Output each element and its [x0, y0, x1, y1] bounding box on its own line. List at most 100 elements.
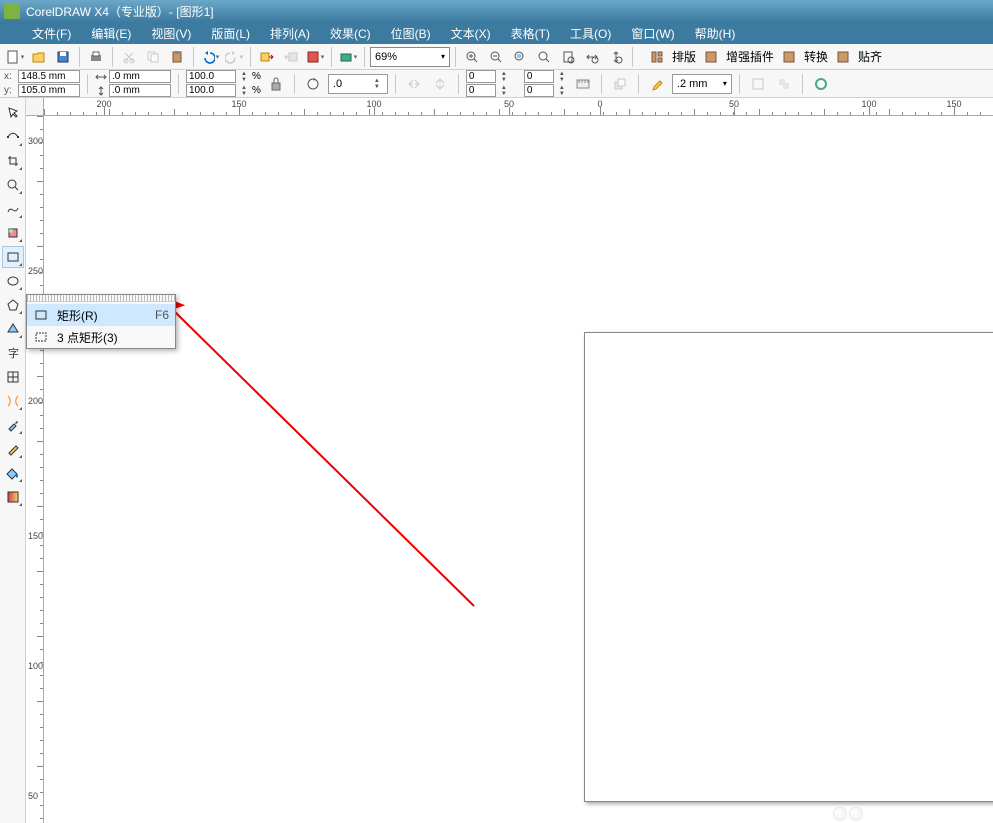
canvas-viewport[interactable]: [44, 116, 993, 823]
toolbox: 字: [0, 98, 26, 823]
canvas-area: 20015010050050100150 30025020015010050: [26, 98, 993, 823]
zoom-selection-button[interactable]: [509, 46, 531, 68]
convert-button[interactable]: [778, 46, 800, 68]
zoom-level-dropdown[interactable]: 69% ▾: [370, 47, 450, 67]
mirror-v-button[interactable]: [429, 73, 451, 95]
zoom-width-button[interactable]: [581, 46, 603, 68]
menu-file[interactable]: 文件(F): [22, 22, 81, 45]
zoom-tool[interactable]: [2, 174, 24, 196]
ruler-horizontal[interactable]: 20015010050050100150: [44, 98, 993, 116]
ruler-vertical[interactable]: 30025020015010050: [26, 116, 44, 823]
width-input[interactable]: [109, 70, 171, 83]
menu-help[interactable]: 帮助(H): [685, 22, 746, 45]
welcome-button[interactable]: ▾: [337, 46, 359, 68]
annotation-arrow: [44, 116, 544, 676]
zoom-all-button[interactable]: [533, 46, 555, 68]
menu-bitmaps[interactable]: 位图(B): [381, 22, 441, 45]
copy-button[interactable]: [142, 46, 164, 68]
nudge-y-input[interactable]: [466, 84, 496, 97]
flyout-grip[interactable]: [27, 295, 175, 302]
workspace: 字 20015010050050100150 30025020015010050: [0, 98, 993, 823]
print-button[interactable]: [85, 46, 107, 68]
zoom-page-button[interactable]: [557, 46, 579, 68]
zoom-out-button[interactable]: [485, 46, 507, 68]
interactive-tool[interactable]: [2, 390, 24, 412]
lock-ratio-button[interactable]: [265, 73, 287, 95]
height-input[interactable]: [109, 84, 171, 97]
paste-button[interactable]: [166, 46, 188, 68]
cut-button[interactable]: [118, 46, 140, 68]
position-group: x: y:: [4, 70, 80, 97]
smart-fill-tool[interactable]: [2, 222, 24, 244]
zoom-value: 69%: [375, 51, 397, 63]
interactive-fill-tool[interactable]: [2, 486, 24, 508]
plugin-label: 增强插件: [724, 48, 776, 65]
units-button[interactable]: [572, 73, 594, 95]
mirror-h-button[interactable]: [403, 73, 425, 95]
new-button[interactable]: ▾: [4, 46, 26, 68]
undo-button[interactable]: ▾: [199, 46, 221, 68]
menu-bar: 文件(F) 编辑(E) 视图(V) 版面(L) 排列(A) 效果(C) 位图(B…: [0, 22, 993, 44]
pick-tool[interactable]: [2, 102, 24, 124]
flyout-item-3point-rectangle[interactable]: 3 点矩形(3): [27, 326, 175, 348]
menu-text[interactable]: 文本(X): [441, 22, 501, 45]
zoom-in-button[interactable]: [461, 46, 483, 68]
dup-x-input[interactable]: [524, 70, 554, 83]
to-front-button[interactable]: [609, 73, 631, 95]
chevron-down-icon: ▾: [441, 52, 445, 61]
zoom-height-button[interactable]: [605, 46, 627, 68]
three-point-rectangle-icon: [33, 329, 49, 345]
x-label: x:: [4, 71, 16, 82]
outline-tool[interactable]: [2, 438, 24, 460]
outline-width-dropdown[interactable]: .2 mm▾: [672, 74, 732, 94]
nudge-x-input[interactable]: [466, 70, 496, 83]
toolbar-standard: ▾ ▾ ▾ ▾ ▾ 69% ▾ 排版 增强插件 转换 贴齐: [0, 44, 993, 70]
menu-edit[interactable]: 编辑(E): [81, 22, 141, 45]
ruler-corner[interactable]: [26, 98, 44, 116]
menu-tools[interactable]: 工具(O): [560, 22, 621, 45]
ellipse-tool[interactable]: [2, 270, 24, 292]
wrap-text-button[interactable]: [747, 73, 769, 95]
rectangle-tool-flyout: 矩形(R) F6 3 点矩形(3): [26, 294, 176, 349]
open-button[interactable]: [28, 46, 50, 68]
size-group: [95, 70, 171, 97]
menu-table[interactable]: 表格(T): [501, 22, 560, 45]
table-tool[interactable]: [2, 366, 24, 388]
y-position-input[interactable]: [18, 84, 80, 97]
menu-arrange[interactable]: 排列(A): [260, 22, 320, 45]
scale-y-input[interactable]: [186, 84, 236, 97]
save-button[interactable]: [52, 46, 74, 68]
outline-pen-icon: [646, 73, 668, 95]
text-tool[interactable]: 字: [2, 342, 24, 364]
menu-view[interactable]: 视图(V): [141, 22, 201, 45]
dup-y-input[interactable]: [524, 84, 554, 97]
app-logo: [4, 3, 20, 19]
fill-tool[interactable]: [2, 462, 24, 484]
menu-effects[interactable]: 效果(C): [320, 22, 381, 45]
x-position-input[interactable]: [18, 70, 80, 83]
shape-tool[interactable]: [2, 126, 24, 148]
plugin-button[interactable]: [700, 46, 722, 68]
export-button[interactable]: [280, 46, 302, 68]
flyout-item-shortcut: F6: [155, 308, 169, 322]
scale-x-input[interactable]: [186, 70, 236, 83]
freehand-tool[interactable]: [2, 198, 24, 220]
crop-tool[interactable]: [2, 150, 24, 172]
options-button[interactable]: [810, 73, 832, 95]
layout-tools-button[interactable]: [646, 46, 668, 68]
app-launcher-button[interactable]: ▾: [304, 46, 326, 68]
combine-button[interactable]: [773, 73, 795, 95]
menu-window[interactable]: 窗口(W): [621, 22, 684, 45]
menu-layout[interactable]: 版面(L): [201, 22, 260, 45]
flyout-item-rectangle[interactable]: 矩形(R) F6: [27, 304, 175, 326]
redo-button[interactable]: ▾: [223, 46, 245, 68]
rotation-input[interactable]: .0▲▼: [328, 74, 388, 94]
polygon-tool[interactable]: [2, 294, 24, 316]
flyout-item-label: 3 点矩形(3): [57, 329, 118, 346]
basic-shapes-tool[interactable]: [2, 318, 24, 340]
eyedropper-tool[interactable]: [2, 414, 24, 436]
nudge-group: ▲▼ ▲▼: [466, 70, 510, 97]
rectangle-tool[interactable]: [2, 246, 24, 268]
import-button[interactable]: [256, 46, 278, 68]
snap-button[interactable]: [832, 46, 854, 68]
